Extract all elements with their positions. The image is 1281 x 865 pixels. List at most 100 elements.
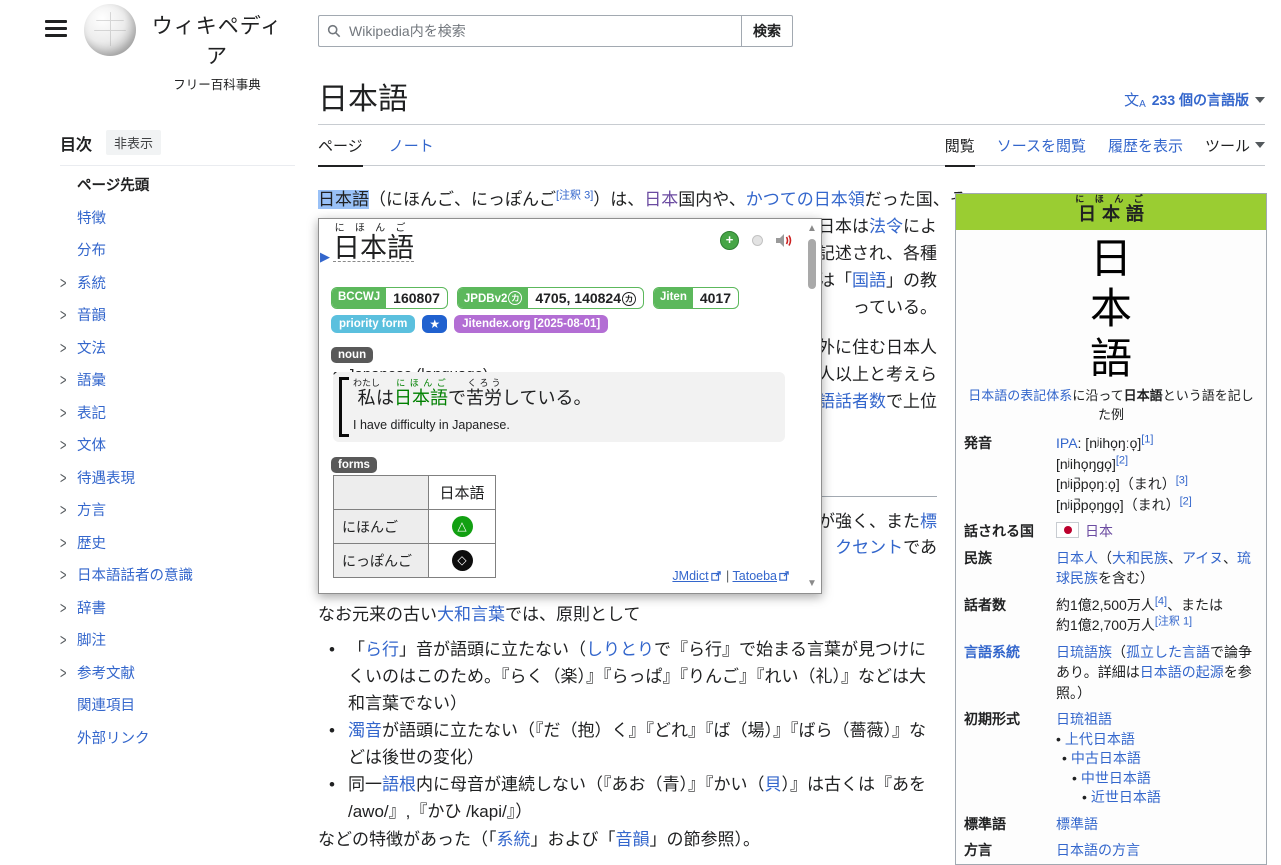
toc-item: >方言: [60, 495, 295, 528]
wiki-link[interactable]: クセント: [835, 538, 903, 557]
toc-link[interactable]: 語彙: [77, 373, 106, 389]
reference-link[interactable]: [2]: [1116, 454, 1128, 466]
wiki-link[interactable]: 法令: [869, 217, 903, 236]
wiki-link[interactable]: 貝: [765, 775, 782, 794]
tab-ノート[interactable]: ノート: [389, 135, 434, 166]
toc-link[interactable]: 系統: [77, 276, 106, 292]
wiki-link[interactable]: 標準語: [1056, 816, 1098, 832]
tab-ソースを閲覧[interactable]: ソースを閲覧: [997, 135, 1086, 166]
wiki-link[interactable]: 濁音: [348, 721, 382, 740]
tab-履歴を表示[interactable]: 履歴を表示: [1108, 135, 1183, 166]
toc-link[interactable]: 待遇表現: [77, 471, 135, 487]
text: が語頭に立たない（『だ（抱）く』『どれ』『ば（場）』『ばら（薔薇）』などは後世の…: [348, 721, 926, 767]
infobox-row-label[interactable]: 言語系統: [956, 639, 1056, 707]
toc-item: >歴史: [60, 528, 295, 561]
scroll-down-icon[interactable]: ▼: [807, 578, 817, 589]
hamburger-menu-icon[interactable]: [45, 20, 67, 38]
wiki-link[interactable]: 日琉祖語: [1056, 711, 1112, 727]
wikipedia-globe-logo[interactable]: [84, 4, 136, 56]
bold-text: 日本語: [1124, 388, 1163, 403]
wiki-link[interactable]: 孤立した言語: [1126, 644, 1210, 660]
wiki-link[interactable]: 上代日本語: [1065, 731, 1135, 747]
infobox-row-value: IPA: [nʲiho̞ŋːo̞][1][nʲiho̞ŋɡo̞][2][nʲip…: [1056, 430, 1266, 518]
toc-link[interactable]: 関連項目: [77, 698, 135, 714]
calligraphy-image: 日本語: [956, 230, 1266, 386]
article-text-fragment: 記述され、各種: [818, 240, 937, 267]
search-button[interactable]: 検索: [741, 15, 793, 47]
add-note-icon[interactable]: +: [720, 231, 739, 250]
wiki-link[interactable]: 日本語の表記体系: [968, 388, 1072, 403]
toc-link[interactable]: 文体: [77, 438, 106, 454]
forms-table: 日本語にほんご△にっぽんご◇: [333, 475, 496, 578]
reference-link[interactable]: [1]: [1141, 433, 1153, 445]
language-infobox: 日本語に ほ ん ご 日本語 日本語の表記体系に沿って日本語という語を記した例 …: [955, 193, 1267, 865]
search-input[interactable]: [347, 22, 733, 40]
toc-link[interactable]: 表記: [77, 406, 106, 422]
toc-hide-button[interactable]: 非表示: [106, 130, 161, 155]
popup-scrollbar[interactable]: ▲ ▼: [806, 221, 819, 591]
jmdict-link[interactable]: JMdict: [672, 569, 708, 583]
text: 、: [1223, 550, 1237, 566]
wiki-link[interactable]: 系統: [497, 830, 531, 849]
wiki-link[interactable]: 日本人: [1056, 550, 1098, 566]
tab-閲覧[interactable]: 閲覧: [945, 135, 975, 167]
tagline: フリー百科事典: [142, 74, 292, 93]
wiki-link[interactable]: 標: [920, 512, 937, 531]
calligraphy-character: 本: [956, 284, 1266, 334]
wiki-link[interactable]: 音韻: [616, 830, 650, 849]
toc-link[interactable]: 方言: [77, 503, 106, 519]
reference-link[interactable]: [4]: [1155, 595, 1167, 607]
wiki-link[interactable]: 近世日本語: [1091, 789, 1161, 805]
visited-wiki-link[interactable]: 日本: [1085, 523, 1113, 539]
tab-ページ[interactable]: ページ: [318, 135, 363, 167]
separator: |: [723, 569, 733, 583]
tatoeba-link[interactable]: Tatoeba: [733, 569, 777, 583]
search-box[interactable]: [318, 15, 741, 47]
toc-link[interactable]: 分布: [77, 243, 106, 259]
toc-link[interactable]: 日本語話者の意識: [77, 568, 193, 584]
toc-link[interactable]: 辞書: [77, 601, 106, 617]
reference-link[interactable]: [3]: [1176, 474, 1188, 486]
wiki-link[interactable]: 日本語の方言: [1056, 842, 1140, 858]
circled-kana-icon: カ: [622, 292, 636, 306]
wiki-link[interactable]: IPA: [1056, 435, 1078, 451]
source-tag: Jitendex.org [2025-08-01]: [454, 315, 608, 333]
audio-play-icon[interactable]: [776, 233, 793, 248]
toc-link[interactable]: 脚注: [77, 633, 106, 649]
visited-wiki-link[interactable]: 日本: [644, 190, 678, 209]
wiki-link[interactable]: 語根: [382, 775, 416, 794]
wiki-link[interactable]: 大和言葉: [437, 605, 505, 624]
toc-link[interactable]: 文法: [77, 341, 106, 357]
reference-link[interactable]: [注釈 1]: [1155, 615, 1192, 627]
wiki-link[interactable]: アイヌ: [1182, 550, 1223, 566]
text: で上位: [886, 392, 937, 411]
wiki-link[interactable]: 日本語の起源: [1140, 664, 1224, 680]
wiki-link[interactable]: ら行: [365, 640, 399, 659]
reference-link[interactable]: [注釈 3]: [556, 189, 593, 201]
wiki-link[interactable]: かつての日本領: [746, 190, 865, 209]
language-versions-button[interactable]: 文A 233 個の言語版: [1124, 89, 1265, 110]
wiki-link[interactable]: 中世日本語: [1081, 770, 1151, 786]
tab-ツール[interactable]: ツール: [1205, 135, 1265, 166]
toc-link[interactable]: 特徴: [77, 211, 106, 227]
toc-link[interactable]: ページ先頭: [77, 178, 149, 194]
ruby-text: 私わたし: [353, 388, 376, 408]
toc-link[interactable]: 外部リンク: [77, 731, 150, 747]
wiki-link[interactable]: 国語: [852, 271, 886, 290]
wiki-link[interactable]: 日琉語族: [1056, 644, 1112, 660]
wiki-link[interactable]: 中古日本語: [1071, 750, 1141, 766]
wiki-link[interactable]: 語話者数: [818, 392, 886, 411]
toc-link[interactable]: 歴史: [77, 536, 106, 552]
toc-item: >日本語話者の意識: [60, 560, 295, 593]
wikipedia-brand[interactable]: ウィキペディア フリー百科事典: [142, 10, 292, 93]
scrollbar-thumb[interactable]: [808, 239, 816, 289]
wiki-link[interactable]: しりとり: [586, 640, 654, 659]
scroll-up-icon[interactable]: ▲: [807, 223, 817, 234]
reference-link[interactable]: [2]: [1180, 495, 1192, 507]
toc-link[interactable]: 音韻: [77, 308, 106, 324]
toc-link[interactable]: 参考文献: [77, 666, 135, 682]
secondary-add-icon[interactable]: [752, 235, 763, 246]
text: 、または: [1167, 597, 1223, 613]
tabs-row: ページノート 閲覧ソースを閲覧履歴を表示ツール: [318, 133, 1265, 166]
wiki-link[interactable]: 大和民族: [1112, 550, 1168, 566]
